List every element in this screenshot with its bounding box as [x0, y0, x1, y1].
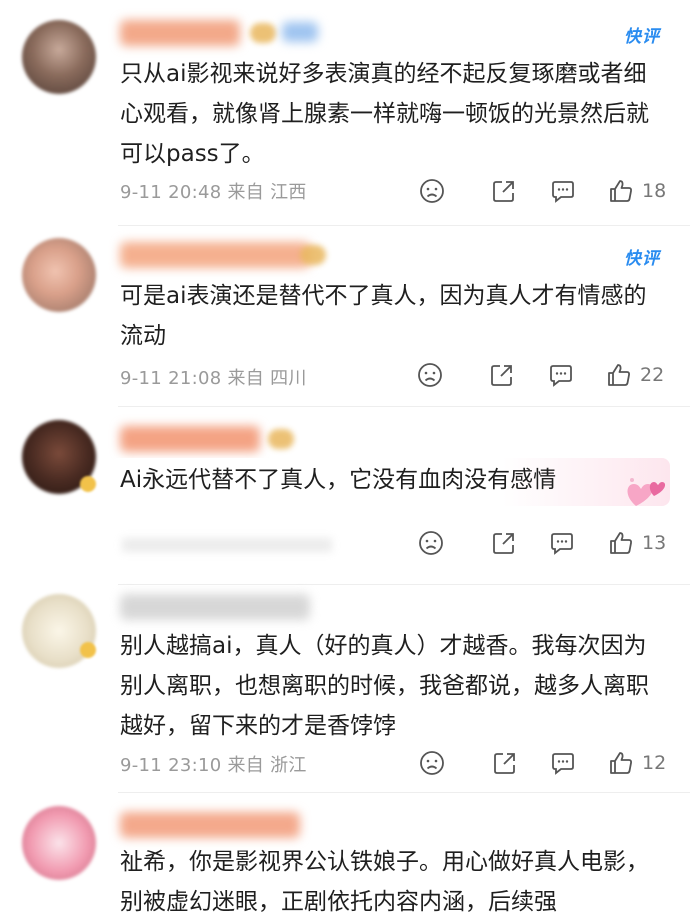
reply-button[interactable] — [550, 176, 576, 206]
like-button[interactable]: 22 — [606, 360, 664, 390]
comment-actions: 13 — [0, 528, 690, 558]
username[interactable] — [120, 242, 310, 268]
reply-button[interactable] — [548, 360, 574, 390]
share-button[interactable] — [489, 360, 515, 390]
username[interactable] — [120, 426, 260, 452]
comment-icon — [552, 753, 574, 775]
comment-item: 别人越搞ai，真人（好的真人）才越香。我每次因为别人离职，也想离职的时候，我爸都… — [0, 588, 690, 796]
comment-item: Ai永远代替不了真人，它没有血肉没有感情 13 — [0, 410, 690, 588]
dislike-button[interactable] — [419, 176, 445, 206]
dislike-button[interactable] — [417, 360, 443, 390]
comment-icon — [550, 365, 572, 387]
share-button[interactable] — [491, 528, 517, 558]
sad-face-icon — [418, 363, 442, 387]
comment-text: Ai永远代替不了真人，它没有血肉没有感情 — [120, 467, 557, 493]
heart-sticker-icon — [622, 472, 670, 516]
comment-icon — [552, 181, 574, 203]
comment-item: 快评 可是ai表演还是替代不了真人，因为真人才有情感的流动 9-11 21:08… — [0, 230, 690, 410]
reply-button[interactable] — [550, 748, 576, 778]
comment-text: 只从ai影视来说好多表演真的经不起反复琢磨或者细心观看，就像肾上腺素一样就嗨一顿… — [120, 61, 649, 167]
username[interactable] — [120, 594, 310, 620]
comment-item: 祉希，你是影视界公认铁娘子。用心做好真人电影，别被虚幻迷眼，正剧依托内容内涵，后… — [0, 796, 690, 920]
dislike-button[interactable] — [419, 748, 445, 778]
thumb-up-icon — [610, 532, 632, 554]
sad-face-icon — [419, 531, 443, 555]
like-count: 22 — [640, 364, 665, 386]
like-count: 13 — [642, 532, 667, 554]
sad-face-icon — [420, 751, 444, 775]
divider — [118, 406, 690, 407]
comment-icon — [551, 533, 573, 555]
divider — [118, 225, 690, 226]
comment-text: 可是ai表演还是替代不了真人，因为真人才有情感的流动 — [120, 283, 647, 349]
username[interactable] — [120, 20, 240, 46]
vip-badge-icon — [250, 23, 276, 43]
avatar-badge-icon — [80, 476, 96, 492]
quick-comment-badge: 快评 — [624, 249, 660, 269]
comment-actions: 22 — [0, 360, 690, 390]
like-button[interactable]: 13 — [608, 528, 666, 558]
like-count: 12 — [642, 752, 667, 774]
avatar[interactable] — [22, 806, 96, 880]
share-icon — [491, 365, 512, 386]
comment-text: 别人越搞ai，真人（好的真人）才越香。我每次因为别人离职，也想离职的时候，我爸都… — [120, 633, 649, 739]
like-button[interactable]: 12 — [608, 748, 666, 778]
username[interactable] — [120, 812, 300, 838]
share-icon — [493, 533, 514, 554]
avatar[interactable] — [22, 20, 96, 94]
sad-face-icon — [420, 179, 444, 203]
thumb-up-icon — [608, 364, 630, 386]
avatar[interactable] — [22, 238, 96, 312]
vip-badge-icon — [268, 429, 294, 449]
comment-actions: 18 — [0, 176, 690, 206]
username-extra — [282, 22, 318, 42]
share-button[interactable] — [492, 748, 518, 778]
divider — [118, 792, 690, 793]
dislike-button[interactable] — [418, 528, 444, 558]
like-count: 18 — [642, 180, 667, 202]
share-icon — [494, 753, 515, 774]
avatar-badge-icon — [80, 642, 96, 658]
like-button[interactable]: 18 — [608, 176, 666, 206]
quick-comment-badge: 快评 — [624, 27, 660, 47]
share-button[interactable] — [491, 176, 517, 206]
share-icon — [493, 181, 514, 202]
divider — [118, 584, 690, 585]
reply-button[interactable] — [549, 528, 575, 558]
comment-item: 快评 只从ai影视来说好多表演真的经不起反复琢磨或者细心观看，就像肾上腺素一样就… — [0, 0, 690, 230]
thumb-up-icon — [610, 752, 632, 774]
thumb-up-icon — [610, 180, 632, 202]
comment-text: 祉希，你是影视界公认铁娘子。用心做好真人电影，别被虚幻迷眼，正剧依托内容内涵，后… — [120, 849, 649, 915]
vip-badge-icon — [300, 245, 326, 265]
comment-actions: 12 — [0, 748, 690, 778]
